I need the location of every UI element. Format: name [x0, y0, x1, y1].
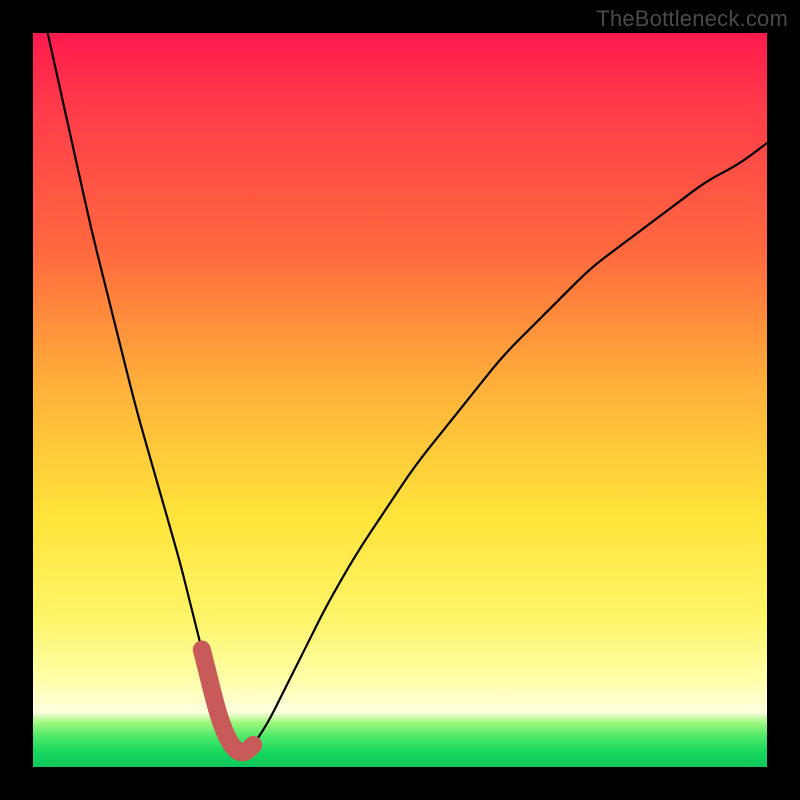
plot-area [33, 33, 767, 767]
chart-svg [33, 33, 767, 767]
bottleneck-curve-highlight [202, 650, 253, 753]
chart-frame: TheBottleneck.com [0, 0, 800, 800]
bottleneck-curve [48, 33, 767, 752]
watermark-text: TheBottleneck.com [596, 6, 788, 32]
